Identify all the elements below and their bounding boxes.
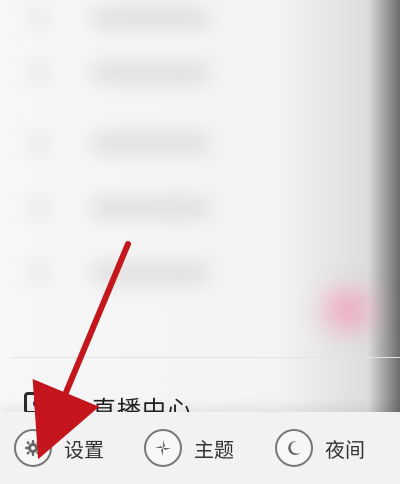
- divider: [10, 357, 400, 358]
- blurred-row-text: [90, 199, 210, 217]
- night-circle: [275, 429, 313, 467]
- blurred-row-icon: [30, 10, 46, 26]
- theme-button[interactable]: 主题: [144, 428, 234, 468]
- moon-icon: [288, 441, 301, 456]
- blurred-row-text: [90, 264, 210, 282]
- night-mode-button[interactable]: 夜间: [275, 428, 365, 468]
- settings-button[interactable]: 设置: [14, 428, 104, 468]
- blurred-row-text: [90, 64, 210, 82]
- theme-label: 主题: [194, 437, 234, 462]
- gear-icon: [25, 440, 41, 456]
- blurred-menu-background: [0, 0, 400, 400]
- bottom-action-bar: 设置 主题 夜间: [0, 412, 400, 484]
- blurred-row: [20, 255, 340, 291]
- blurred-row-text: [90, 9, 210, 27]
- blurred-row-text: [90, 134, 210, 152]
- theme-circle: [144, 429, 182, 467]
- blurred-row: [20, 125, 340, 161]
- screen: 直播中心 设置 主题 夜间: [0, 0, 400, 484]
- blurred-pink-decoration: [300, 285, 395, 335]
- blurred-row-icon: [30, 265, 46, 281]
- camera-icon: [24, 392, 50, 414]
- blurred-row-icon: [30, 65, 46, 81]
- settings-circle: [14, 429, 52, 467]
- blurred-row-icon: [30, 135, 46, 151]
- theme-icon: [155, 440, 171, 456]
- blurred-row: [20, 0, 340, 36]
- settings-label: 设置: [64, 437, 104, 462]
- blurred-row: [20, 55, 340, 91]
- blurred-row-icon: [30, 200, 46, 216]
- blurred-row: [20, 190, 340, 226]
- night-label: 夜间: [325, 437, 365, 462]
